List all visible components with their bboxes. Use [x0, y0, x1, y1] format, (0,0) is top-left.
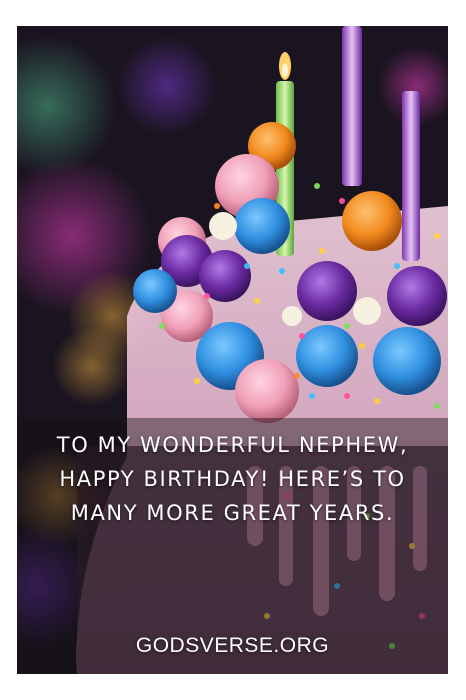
greeting-message: To my wonderful nephew, Happy Birthday! …: [56, 433, 409, 525]
greeting-card: To my wonderful nephew, Happy Birthday! …: [17, 26, 448, 674]
website-watermark: GODSVERSE.ORG: [135, 634, 330, 657]
